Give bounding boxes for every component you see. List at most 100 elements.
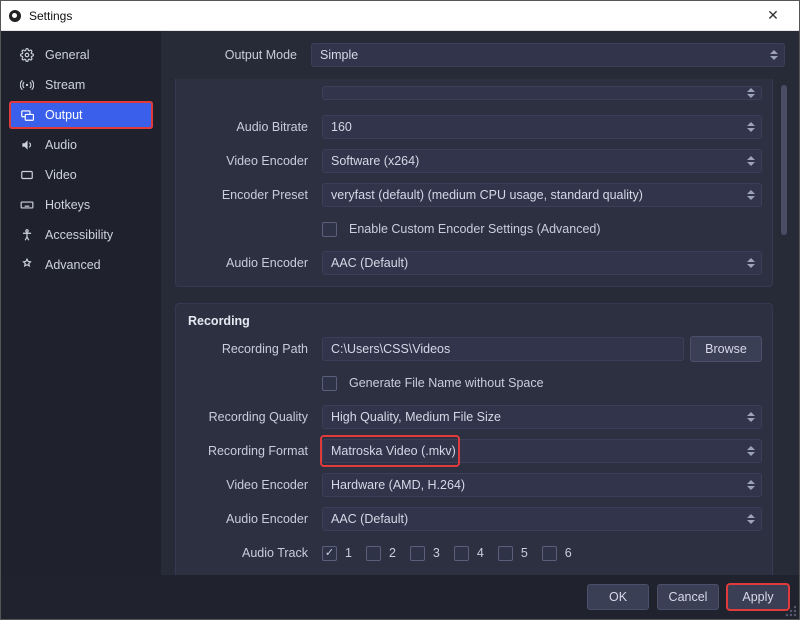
output-mode-label: Output Mode (175, 48, 305, 62)
sidebar-item-label: Stream (45, 78, 85, 92)
recording-format-row: Recording Format Matroska Video (.mkv) (186, 438, 762, 464)
generate-no-space-row: Generate File Name without Space (186, 370, 762, 396)
recording-path-row: Recording Path C:\Users\CSS\Videos Brows… (186, 336, 762, 362)
enable-custom-encoder-label: Enable Custom Encoder Settings (Advanced… (349, 222, 601, 236)
dialog-footer: OK Cancel Apply (1, 575, 799, 619)
vertical-scrollbar[interactable] (781, 85, 787, 235)
select-arrows-icon (744, 409, 758, 425)
sidebar-item-audio[interactable]: Audio (9, 131, 153, 159)
streaming-top-cut-row (186, 80, 762, 106)
encoder-preset-label: Encoder Preset (186, 188, 316, 202)
select-arrows-icon (744, 119, 758, 135)
audio-icon (19, 137, 35, 153)
streaming-audio-encoder-value: AAC (Default) (331, 256, 408, 270)
select-arrows-icon (744, 443, 758, 459)
sidebar-item-label: Hotkeys (45, 198, 90, 212)
streaming-audio-encoder-select[interactable]: AAC (Default) (322, 251, 762, 275)
encoder-preset-row: Encoder Preset veryfast (default) (mediu… (186, 182, 762, 208)
broadcast-icon (19, 77, 35, 93)
audio-track-3-checkbox[interactable] (410, 546, 425, 561)
recording-audio-encoder-row: Audio Encoder AAC (Default) (186, 506, 762, 532)
ok-button[interactable]: OK (587, 584, 649, 610)
select-arrows-icon (744, 187, 758, 203)
sidebar-item-label: Advanced (45, 258, 101, 272)
select-arrows-icon (767, 47, 781, 63)
recording-audio-encoder-select[interactable]: AAC (Default) (322, 507, 762, 531)
keyboard-icon (19, 197, 35, 213)
advanced-icon (19, 257, 35, 273)
output-mode-value: Simple (320, 48, 358, 62)
gear-icon (19, 47, 35, 63)
app-icon (9, 10, 21, 22)
recording-audio-encoder-label: Audio Encoder (186, 512, 316, 526)
recording-path-field[interactable]: C:\Users\CSS\Videos (322, 337, 684, 361)
audio-bitrate-row: Audio Bitrate 160 (186, 114, 762, 140)
sidebar-item-stream[interactable]: Stream (9, 71, 153, 99)
sidebar-item-label: Video (45, 168, 77, 182)
generate-no-space-label: Generate File Name without Space (349, 376, 544, 390)
resize-grip-icon[interactable] (785, 605, 797, 617)
streaming-audio-encoder-label: Audio Encoder (186, 256, 316, 270)
audio-track-label: Audio Track (186, 546, 316, 560)
main-panel: Output Mode Simple (161, 31, 799, 575)
recording-quality-row: Recording Quality High Quality, Medium F… (186, 404, 762, 430)
audio-track-1-checkbox[interactable] (322, 546, 337, 561)
window-title: Settings (29, 9, 755, 23)
output-icon (19, 107, 35, 123)
recording-section: Recording Recording Path C:\Users\CSS\Vi… (175, 303, 773, 575)
streaming-video-encoder-value: Software (x264) (331, 154, 419, 168)
recording-audio-encoder-value: AAC (Default) (331, 512, 408, 526)
recording-format-label: Recording Format (186, 444, 316, 458)
sidebar-item-advanced[interactable]: Advanced (9, 251, 153, 279)
enable-custom-encoder-checkbox[interactable] (322, 222, 337, 237)
scroll-area: Audio Bitrate 160 Video Encoder Software… (171, 79, 789, 575)
recording-quality-label: Recording Quality (186, 410, 316, 424)
streaming-video-encoder-label: Video Encoder (186, 154, 316, 168)
browse-button[interactable]: Browse (690, 336, 762, 362)
sidebar: General Stream Output Audio Video Hotkey… (1, 31, 161, 575)
streaming-cut-field[interactable] (322, 86, 762, 100)
streaming-video-encoder-select[interactable]: Software (x264) (322, 149, 762, 173)
recording-quality-select[interactable]: High Quality, Medium File Size (322, 405, 762, 429)
select-arrows-icon (744, 153, 758, 169)
recording-quality-value: High Quality, Medium File Size (331, 410, 501, 424)
sidebar-item-output[interactable]: Output (9, 101, 153, 129)
audio-track-5-checkbox[interactable] (498, 546, 513, 561)
recording-video-encoder-label: Video Encoder (186, 478, 316, 492)
sidebar-item-general[interactable]: General (9, 41, 153, 69)
scroll-inner: Audio Bitrate 160 Video Encoder Software… (171, 79, 777, 575)
sidebar-item-video[interactable]: Video (9, 161, 153, 189)
output-mode-select[interactable]: Simple (311, 43, 785, 67)
select-arrows-icon (744, 90, 758, 96)
audio-track-6-checkbox[interactable] (542, 546, 557, 561)
video-icon (19, 167, 35, 183)
audio-bitrate-select[interactable]: 160 (322, 115, 762, 139)
sidebar-item-label: Output (45, 108, 83, 122)
close-icon: ✕ (767, 7, 779, 24)
audio-track-row: Audio Track 1 2 3 4 5 6 (186, 540, 762, 566)
cancel-button[interactable]: Cancel (657, 584, 719, 610)
audio-track-2-checkbox[interactable] (366, 546, 381, 561)
audio-track-4-checkbox[interactable] (454, 546, 469, 561)
close-button[interactable]: ✕ (755, 1, 791, 30)
apply-button[interactable]: Apply (727, 584, 789, 610)
audio-bitrate-label: Audio Bitrate (186, 120, 316, 134)
encoder-preset-select[interactable]: veryfast (default) (medium CPU usage, st… (322, 183, 762, 207)
sidebar-item-accessibility[interactable]: Accessibility (9, 221, 153, 249)
select-arrows-icon (744, 511, 758, 527)
recording-video-encoder-select[interactable]: Hardware (AMD, H.264) (322, 473, 762, 497)
recording-video-encoder-value: Hardware (AMD, H.264) (331, 478, 465, 492)
enable-custom-encoder-row: Enable Custom Encoder Settings (Advanced… (186, 216, 762, 242)
sidebar-item-label: Audio (45, 138, 77, 152)
sidebar-item-label: General (45, 48, 89, 62)
sidebar-item-hotkeys[interactable]: Hotkeys (9, 191, 153, 219)
generate-no-space-checkbox[interactable] (322, 376, 337, 391)
recording-path-label: Recording Path (186, 342, 316, 356)
streaming-video-encoder-row: Video Encoder Software (x264) (186, 148, 762, 174)
select-arrows-icon (744, 255, 758, 271)
recording-format-select[interactable]: Matroska Video (.mkv) (322, 439, 762, 463)
recording-section-title: Recording (176, 304, 772, 332)
recording-format-highlight (321, 436, 459, 466)
streaming-section: Audio Bitrate 160 Video Encoder Software… (175, 79, 773, 287)
accessibility-icon (19, 227, 35, 243)
